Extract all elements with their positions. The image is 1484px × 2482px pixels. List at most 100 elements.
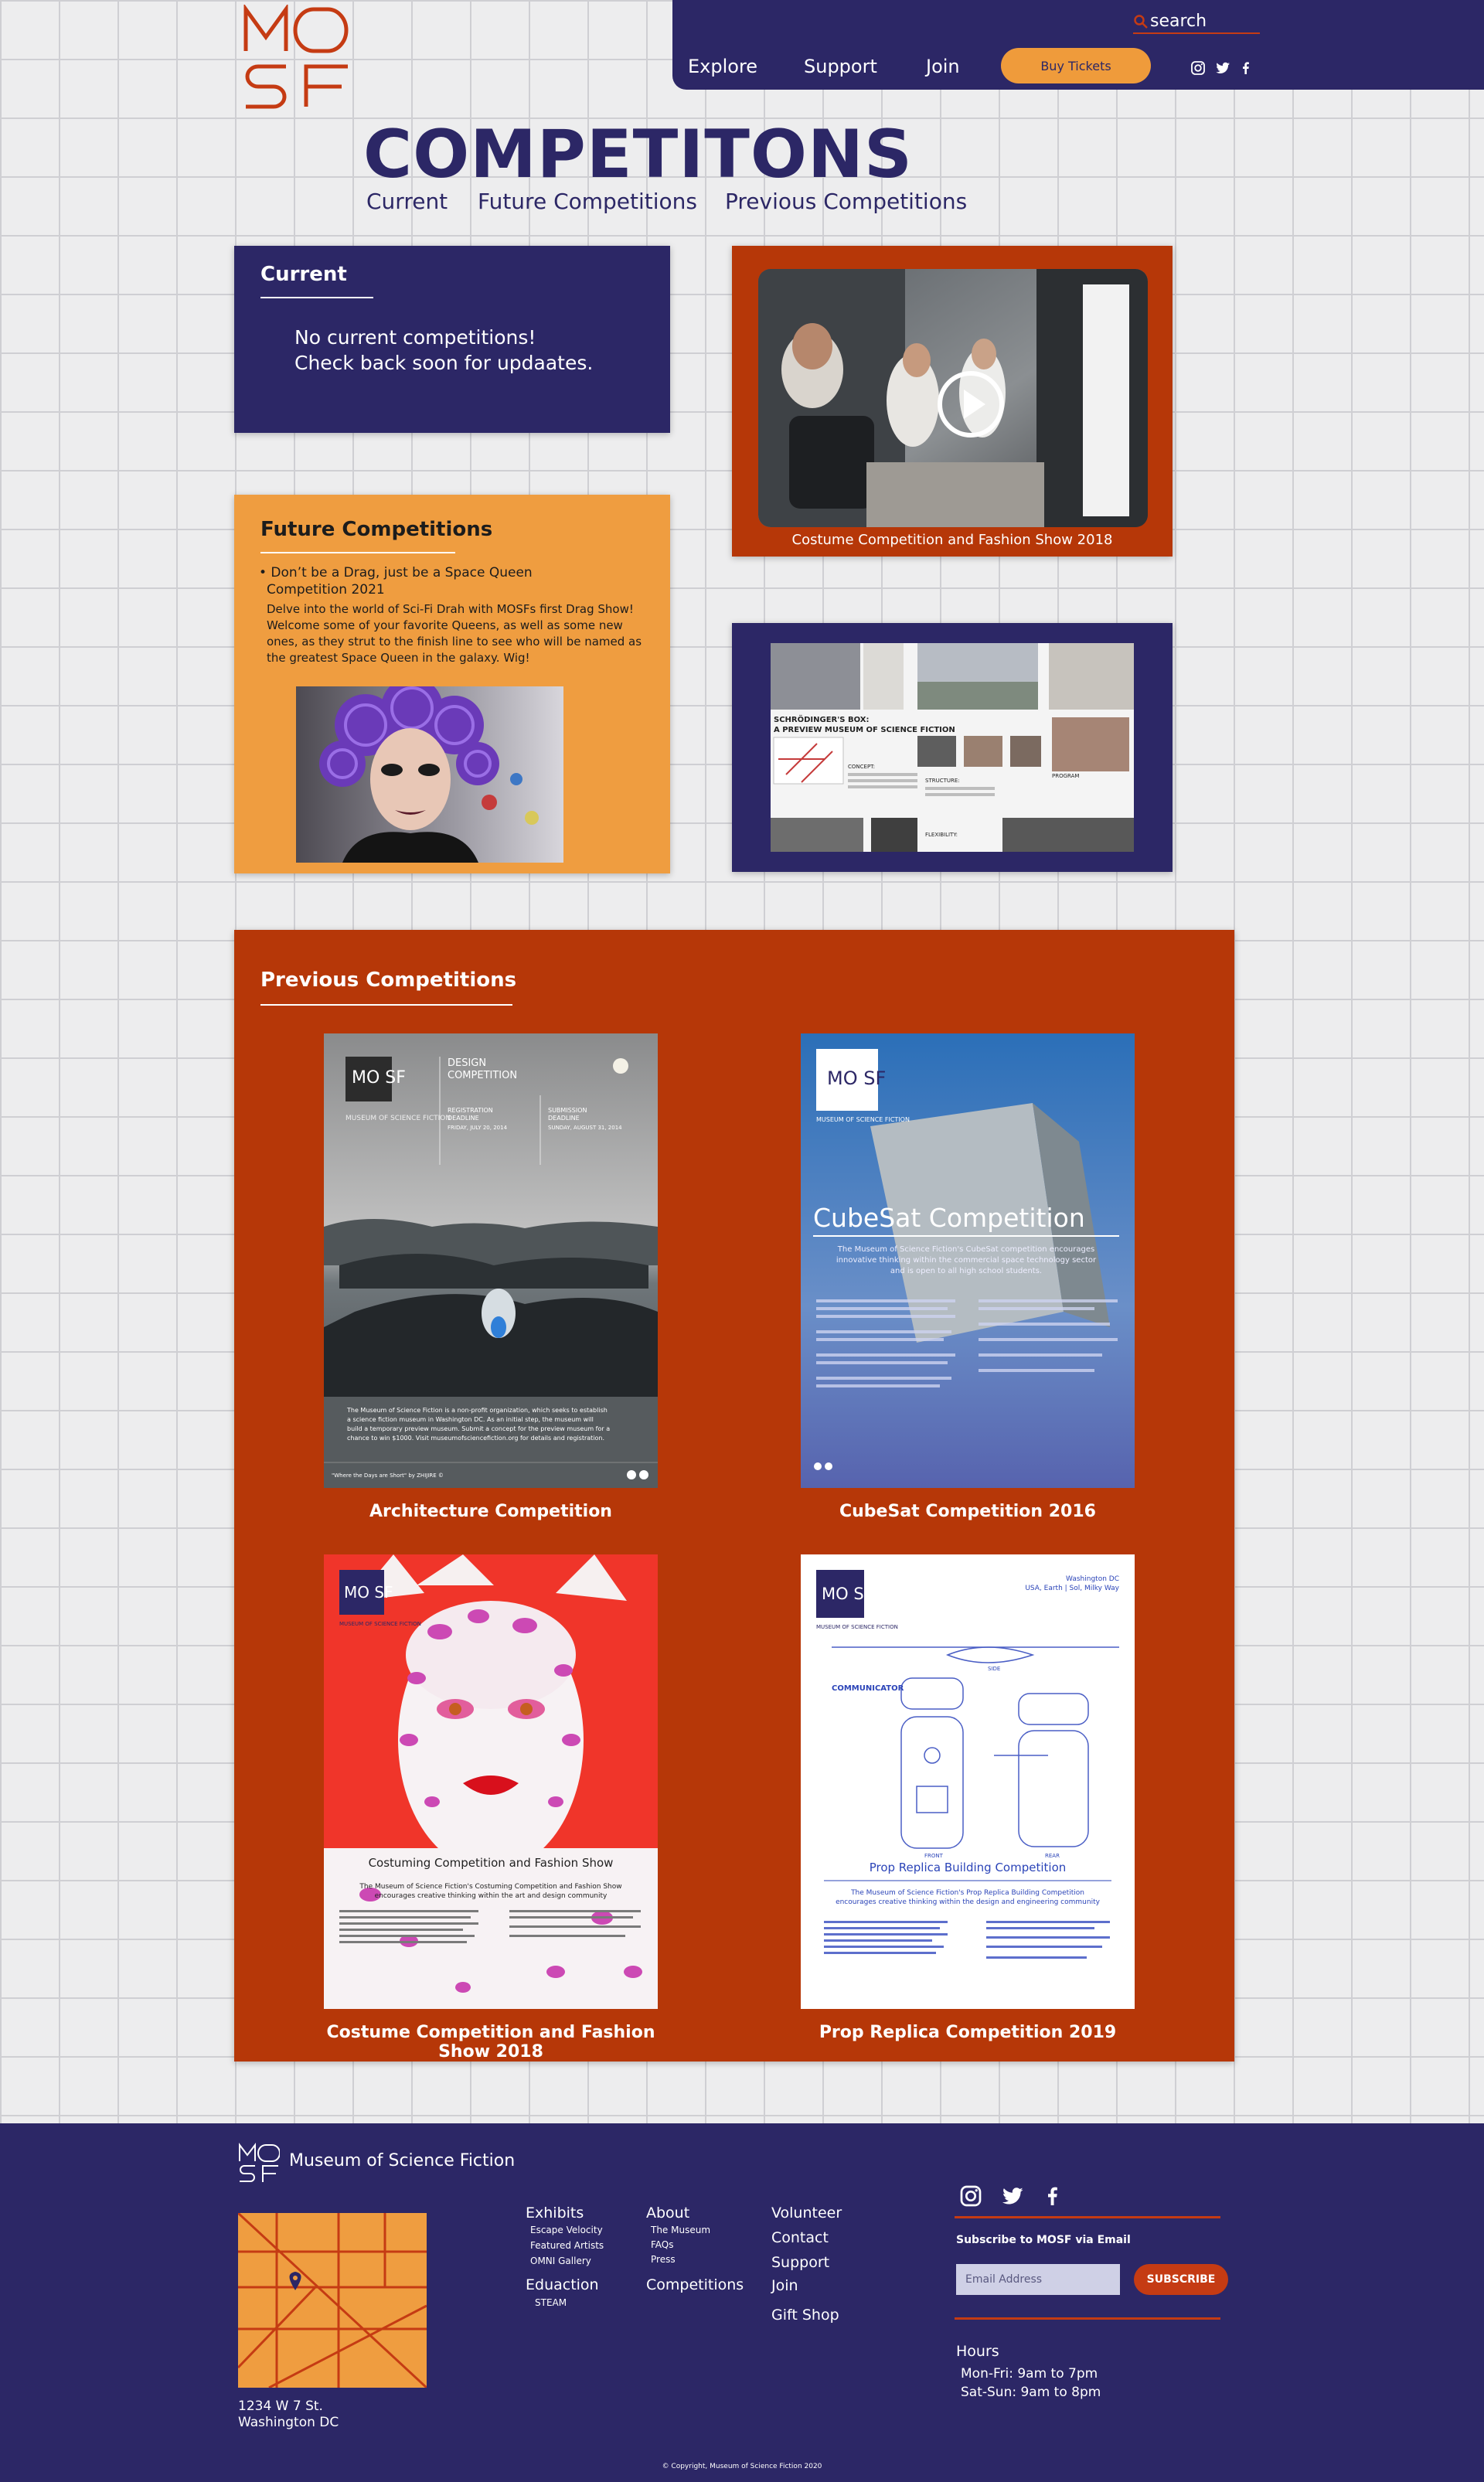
poster-caption-cubesat[interactable]: CubeSat Competition 2016 [801, 1502, 1135, 1521]
drag-queen-photo[interactable] [296, 686, 563, 863]
search-input[interactable] [1150, 9, 1258, 32]
poster-headline: Prop Replica Building Competition [870, 1861, 1067, 1874]
board-label: PROGRAM [1052, 773, 1079, 779]
subscribe-button[interactable]: SUBSCRIBE [1134, 2264, 1228, 2295]
poster-text: REGISTRATION [448, 1107, 493, 1114]
footer [0, 2123, 1484, 2482]
footer-link-contact[interactable]: Contact [771, 2229, 829, 2246]
footer-divider [955, 2216, 1220, 2218]
video-caption: Costume Competition and Fashion Show 201… [791, 532, 1113, 548]
instagram-icon[interactable] [959, 2184, 982, 2208]
poster-text: FRONT [924, 1853, 944, 1859]
instagram-icon[interactable] [1190, 60, 1206, 76]
future-competitions-card: Future Competitions • Don’t be a Drag, j… [234, 495, 670, 873]
facebook-icon[interactable] [1238, 60, 1254, 76]
address-line: Washington DC [238, 2415, 339, 2430]
poster-prop-replica-competition[interactable]: MO SF MUSEUM OF SCIENCE FICTION Washingt… [801, 1554, 1135, 2009]
footer-logo-mark[interactable] [238, 2143, 280, 2184]
poster-logo-text: MO SF [827, 1067, 886, 1089]
location-map[interactable] [238, 2213, 427, 2388]
poster-text: The Museum of Science Fiction's Prop Rep… [850, 1889, 1084, 1897]
description-line: ones, as they strut to the finish line t… [267, 635, 642, 649]
footer-link-exhibits[interactable]: Exhibits [526, 2205, 584, 2222]
poster-footer-text: "Where the Days are Short" by ZHIJIRE © [332, 1473, 444, 1479]
copyright: © Copyright, Museum of Science Fiction 2… [662, 2463, 822, 2470]
footer-link-competitions[interactable]: Competitions [646, 2276, 744, 2293]
footer-link-gift-shop[interactable]: Gift Shop [771, 2307, 839, 2324]
footer-link-the-museum[interactable]: The Museum [651, 2225, 710, 2235]
poster-text: encourages creative thinking within the … [836, 1898, 1101, 1906]
subnav-current[interactable]: Current [366, 189, 448, 214]
twitter-icon[interactable] [1215, 60, 1230, 76]
search-box[interactable] [1133, 9, 1260, 34]
poster-logo-text: MO SF [822, 1585, 873, 1603]
footer-link-education[interactable]: Eduaction [526, 2276, 599, 2293]
preview-museum-card: SCHRÖDINGER'S BOX: A PREVIEW MUSEUM OF S… [732, 623, 1173, 872]
poster-logo-subtext: MUSEUM OF SCIENCE FICTION [345, 1115, 451, 1122]
footer-link-featured-artists[interactable]: Featured Artists [530, 2240, 604, 2251]
future-item-title[interactable]: • Don’t be a Drag, just be a Space Queen… [259, 564, 533, 598]
heading-underline [260, 297, 373, 298]
preview-museum-board[interactable]: SCHRÖDINGER'S BOX: A PREVIEW MUSEUM OF S… [771, 643, 1134, 852]
video-player[interactable] [758, 269, 1148, 527]
search-icon[interactable] [1133, 14, 1149, 29]
poster-text: build a temporary preview museum. Submit… [347, 1425, 610, 1432]
footer-museum-name: Museum of Science Fiction [289, 2151, 516, 2170]
board-label: FLEXIBILITY: [925, 832, 958, 838]
poster-cubesat-competition[interactable]: MO SF MUSEUM OF SCIENCE FICTION CubeSat … [801, 1033, 1135, 1488]
footer-link-steam[interactable]: STEAM [535, 2297, 567, 2308]
current-message: No current competitions! Check back soon… [294, 325, 593, 376]
mosf-logo-mark [243, 3, 349, 109]
play-icon[interactable] [936, 369, 1006, 439]
heading-underline [260, 1004, 512, 1006]
previous-competitions-section: Previous Competitions MO SF MUSEUM OF SC… [234, 930, 1234, 2062]
hours-weekday: Mon-Fri: 9am to 7pm [961, 2366, 1098, 2382]
current-heading: Current [260, 263, 347, 286]
heading-underline [260, 552, 455, 553]
footer-address: 1234 W 7 St. Washington DC [238, 2399, 339, 2431]
current-competitions-card: Current No current competitions! Check b… [234, 246, 670, 433]
subnav-future-competitions[interactable]: Future Competitions [478, 189, 697, 214]
footer-link-support[interactable]: Support [771, 2254, 829, 2271]
buy-tickets-button[interactable]: Buy Tickets [1001, 48, 1151, 83]
future-item-title-line: Competition 2021 [267, 582, 385, 598]
poster-text: DEADLINE [448, 1115, 479, 1122]
poster-text: SIDE [988, 1666, 1000, 1672]
nav-explore[interactable]: Explore [688, 56, 757, 77]
footer-link-about[interactable]: About [646, 2205, 689, 2222]
poster-caption-architecture[interactable]: Architecture Competition [324, 1502, 658, 1521]
poster-logo-text: MO SF [352, 1068, 406, 1088]
future-item-title-line: • Don’t be a Drag, just be a Space Queen [259, 565, 533, 580]
poster-headline: COMPETITION [448, 1070, 517, 1081]
footer-divider [955, 2317, 1220, 2320]
email-input[interactable] [956, 2264, 1120, 2295]
poster-architecture-competition[interactable]: MO SF MUSEUM OF SCIENCE FICTION DESIGN C… [324, 1033, 658, 1488]
description-line: the greatest Space Queen in the galaxy. … [267, 651, 530, 665]
current-message-line: Check back soon for updaates. [294, 352, 594, 374]
mosf-logo[interactable] [243, 3, 351, 113]
subnav-previous-competitions[interactable]: Previous Competitions [725, 189, 967, 214]
poster-text: innovative thinking within the commercia… [836, 1256, 1097, 1265]
poster-text: The Museum of Science Fiction's CubeSat … [837, 1245, 1094, 1254]
poster-logo-text: MO SF [344, 1583, 393, 1602]
footer-link-volunteer[interactable]: Volunteer [771, 2205, 842, 2222]
poster-caption-prop-replica[interactable]: Prop Replica Competition 2019 [801, 2023, 1135, 2042]
poster-text: The Museum of Science Fiction is a non-p… [346, 1407, 608, 1414]
twitter-icon[interactable] [1001, 2184, 1024, 2208]
footer-link-press[interactable]: Press [651, 2254, 676, 2265]
footer-link-faqs[interactable]: FAQs [651, 2239, 674, 2250]
poster-text: The Museum of Science Fiction's Costumin… [359, 1883, 621, 1891]
footer-link-join[interactable]: Join [771, 2277, 798, 2294]
footer-link-escape-velocity[interactable]: Escape Velocity [530, 2225, 603, 2235]
poster-logo-subtext: MUSEUM OF SCIENCE FICTION [816, 1624, 898, 1630]
poster-text: REAR [1045, 1853, 1060, 1859]
poster-costume-competition[interactable]: MO SF MUSEUM OF SCIENCE FICTION Costumin… [324, 1554, 658, 2009]
poster-caption-costume[interactable]: Costume Competition and Fashion Show 201… [308, 2023, 673, 2062]
hours-title: Hours [956, 2343, 999, 2360]
board-title-line: A PREVIEW MUSEUM OF SCIENCE FICTION [774, 726, 955, 734]
facebook-icon[interactable] [1041, 2184, 1064, 2208]
nav-join[interactable]: Join [926, 56, 960, 77]
nav-support[interactable]: Support [804, 56, 877, 77]
footer-link-omni-gallery[interactable]: OMNI Gallery [530, 2256, 591, 2266]
poster-text: and is open to all high school students. [890, 1267, 1042, 1275]
